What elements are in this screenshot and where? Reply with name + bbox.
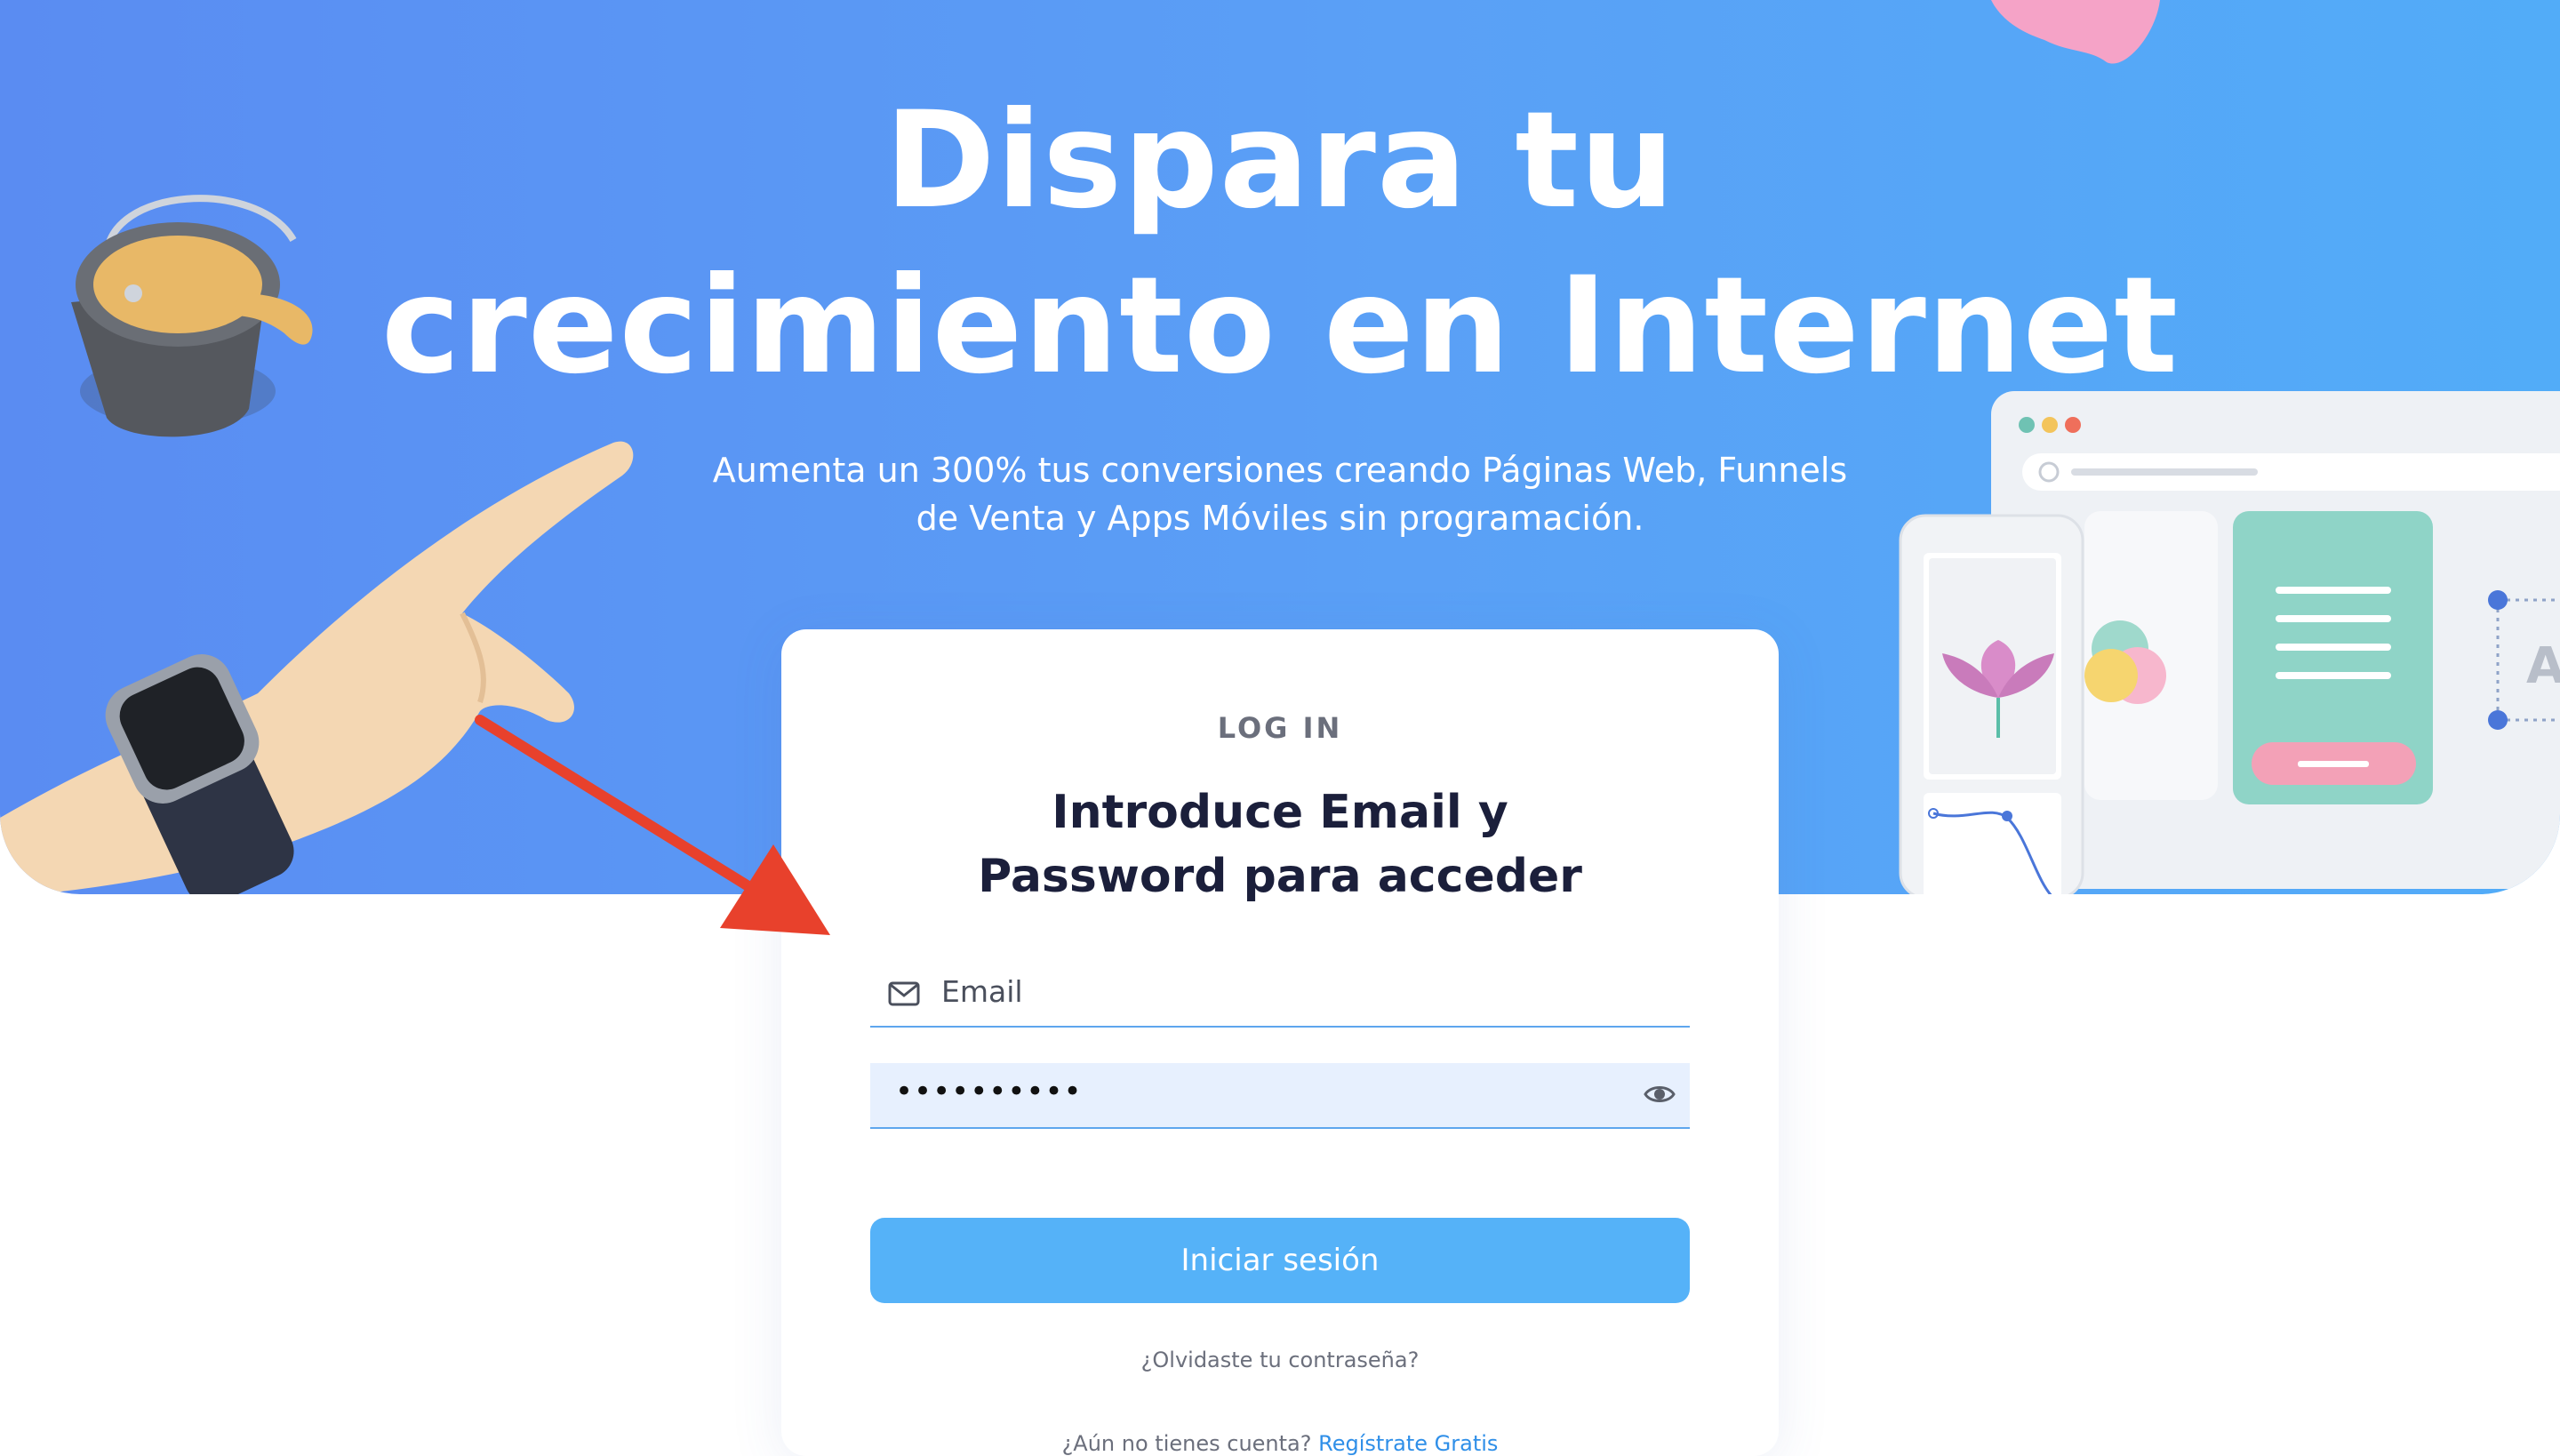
- hero-title-line-1: Dispara tu: [884, 84, 1676, 238]
- forgot-password-link[interactable]: ¿Olvidaste tu contraseña?: [0, 1348, 2560, 1372]
- login-heading-line-2: Password para acceder: [978, 850, 1582, 903]
- mockup-letter: A: [2526, 637, 2560, 695]
- envelope-icon: [888, 981, 920, 1006]
- hero-subtitle-line-2: de Venta y Apps Móviles sin programación…: [916, 499, 1644, 538]
- hero-title: Dispara tu crecimiento en Internet: [0, 78, 2560, 409]
- password-value: ••••••••••: [895, 1074, 1083, 1109]
- red-arrow-annotation: [475, 715, 830, 935]
- eye-icon[interactable]: [1644, 1081, 1676, 1108]
- login-submit-button[interactable]: Iniciar sesión: [870, 1218, 1690, 1303]
- password-field[interactable]: ••••••••••: [870, 1063, 1690, 1129]
- signup-prompt-text: ¿Aún no tienes cuenta?: [1061, 1431, 1319, 1456]
- signup-link[interactable]: Regístrate Gratis: [1318, 1431, 1498, 1456]
- email-placeholder: Email: [941, 974, 1023, 1009]
- login-card: [781, 629, 1779, 1456]
- login-heading: Introduce Email y Password para acceder: [0, 780, 2560, 908]
- login-kicker: LOG IN: [1217, 711, 1343, 745]
- signup-prompt: ¿Aún no tienes cuenta? Regístrate Gratis: [0, 1431, 2560, 1456]
- hero-subtitle: Aumenta un 300% tus conversiones creando…: [0, 446, 2560, 542]
- hero-title-line-2: crecimiento en Internet: [380, 249, 2180, 404]
- email-field[interactable]: Email: [870, 962, 1690, 1028]
- pink-blob-decoration: [1991, 0, 2160, 64]
- login-heading-line-1: Introduce Email y: [1052, 786, 1508, 839]
- hero-subtitle-line-1: Aumenta un 300% tus conversiones creando…: [712, 451, 1848, 490]
